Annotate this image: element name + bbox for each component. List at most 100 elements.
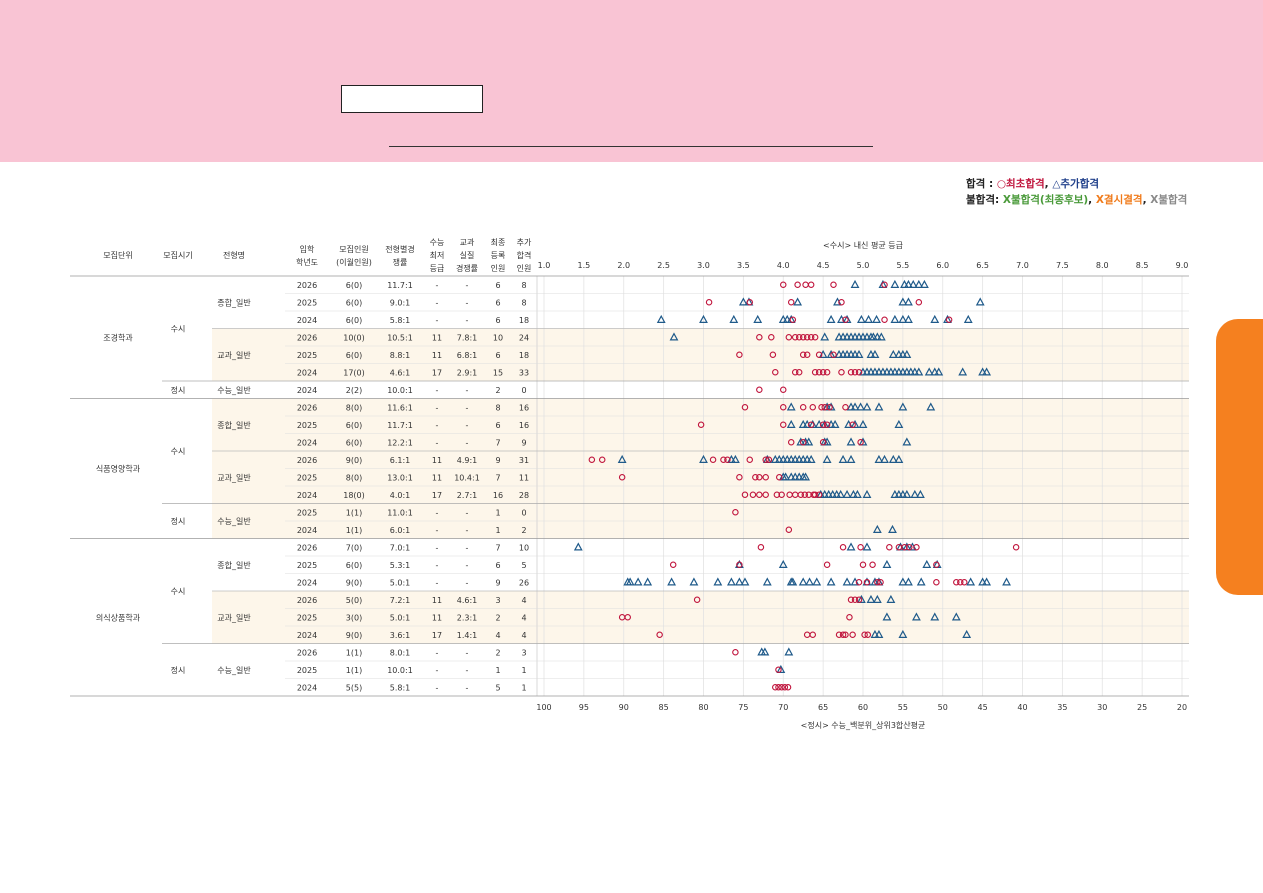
cell-extra: 24 — [519, 333, 529, 342]
initial-pass-point — [794, 281, 801, 288]
additional-pass-point — [842, 577, 852, 586]
cell-quota: 6(0) — [346, 316, 362, 325]
cell-extra: 33 — [519, 368, 529, 377]
unit-label: 조경학과 — [103, 332, 133, 342]
cell-final: 4 — [495, 631, 500, 640]
additional-pass-point — [812, 577, 822, 586]
cell-ratio: 5.0:1 — [390, 613, 411, 622]
type-label: 수능_일반 — [217, 666, 251, 675]
additional-pass-point — [784, 647, 794, 656]
cell-min-grade: - — [436, 298, 439, 307]
x-bottom-tick-label: 80 — [698, 703, 708, 712]
cell-quota: 8(0) — [346, 473, 362, 482]
cell-year: 2025 — [297, 473, 317, 482]
cell-extra: 18 — [519, 351, 529, 360]
additional-pass-point — [713, 577, 723, 586]
initial-pass-point — [756, 386, 763, 393]
initial-pass-point — [732, 648, 739, 656]
additional-pass-point — [904, 297, 913, 306]
cell-final: 3 — [495, 596, 500, 605]
period-label: 수시 — [171, 447, 186, 456]
initial-pass-point — [839, 543, 847, 551]
cell-final: 7 — [495, 473, 500, 482]
header-real: 실질 — [460, 250, 475, 260]
cell-final: 6 — [495, 421, 500, 430]
cell-min-grade: - — [436, 386, 439, 395]
cell-final: 9 — [495, 578, 500, 587]
initial-pass-point — [807, 281, 815, 288]
cell-real-ratio: - — [466, 316, 469, 325]
chart-title-bottom: <정시> 수능_백분위_상위3합산평균 — [801, 720, 926, 730]
x-bottom-tick-label: 45 — [978, 703, 988, 712]
cell-ratio: 4.0:1 — [390, 491, 411, 500]
cell-min-grade: - — [436, 438, 439, 447]
additional-pass-point — [982, 577, 992, 586]
cell-extra: 8 — [521, 298, 526, 307]
cell-extra: 11 — [519, 473, 529, 482]
cell-ratio: 7.2:1 — [390, 596, 411, 605]
additional-pass-point — [1002, 577, 1011, 586]
x-top-tick-label: 1.0 — [538, 261, 551, 270]
cell-year: 2026 — [297, 333, 317, 342]
cell-ratio: 5.8:1 — [390, 683, 411, 692]
x-bottom-tick-label: 60 — [858, 703, 868, 712]
additional-pass-point — [667, 577, 677, 586]
cell-extra: 16 — [519, 421, 529, 430]
type-label: 수능_일반 — [217, 517, 251, 526]
cell-quota: 6(0) — [346, 298, 362, 307]
cell-final: 10 — [493, 333, 503, 342]
cell-extra: 0 — [521, 386, 526, 395]
cell-year: 2024 — [297, 368, 317, 377]
unit-label: 의식상품학과 — [96, 612, 141, 622]
cell-min-grade: - — [436, 683, 439, 692]
cell-min-grade: 17 — [432, 631, 442, 640]
cell-min-grade: - — [436, 561, 439, 570]
cell-quota: 1(1) — [346, 508, 362, 517]
cell-quota: 9(0) — [346, 578, 362, 587]
cell-real-ratio: - — [466, 421, 469, 430]
cell-real-ratio: - — [466, 561, 469, 570]
additional-pass-point — [805, 577, 814, 586]
period-label: 수시 — [171, 325, 186, 334]
cell-real-ratio: - — [466, 403, 469, 412]
additional-pass-point — [930, 314, 940, 323]
cell-extra: 3 — [521, 648, 526, 657]
header-ratio: 쟁률 — [393, 257, 408, 267]
cell-ratio: 8.8:1 — [390, 351, 411, 360]
initial-pass-point — [933, 578, 940, 586]
chart-title-top: <수시> 내신 평균 등급 — [823, 240, 903, 250]
cell-extra: 0 — [521, 508, 526, 517]
cell-year: 2025 — [297, 666, 317, 675]
cell-year: 2024 — [297, 683, 317, 692]
initial-pass-point — [915, 298, 923, 306]
initial-pass-point — [881, 316, 888, 323]
x-top-tick-label: 3.5 — [737, 261, 750, 270]
cell-min-grade: - — [436, 526, 439, 535]
x-bottom-tick-label: 90 — [619, 703, 629, 712]
period-label: 정시 — [171, 665, 186, 675]
cell-extra: 5 — [521, 561, 526, 570]
cell-ratio: 5.8:1 — [390, 316, 411, 325]
x-top-tick-label: 4.5 — [817, 261, 830, 270]
additional-pass-point — [573, 542, 583, 551]
cell-real-ratio: - — [466, 666, 469, 675]
header-min: 수능 — [430, 238, 445, 247]
cell-extra: 1 — [521, 683, 526, 692]
initial-pass-point — [787, 298, 795, 306]
x-top-tick-label: 9.0 — [1176, 261, 1189, 270]
type-label: 교과_일반 — [217, 613, 251, 622]
type-label: 수능_일반 — [217, 386, 251, 395]
x-top-tick-label: 5.5 — [897, 261, 910, 270]
additional-pass-point — [922, 559, 932, 568]
cell-real-ratio: - — [466, 543, 469, 552]
x-bottom-tick-label: 35 — [1057, 703, 1067, 712]
cell-year: 2024 — [297, 526, 317, 535]
initial-pass-point — [961, 578, 968, 586]
x-top-tick-label: 6.5 — [976, 261, 989, 270]
type-label: 교과_일반 — [217, 473, 251, 482]
cell-year: 2024 — [297, 631, 317, 640]
type-label: 종합_일반 — [217, 421, 251, 430]
cell-quota: 1(1) — [346, 666, 362, 675]
cell-real-ratio: - — [466, 438, 469, 447]
additional-pass-point — [890, 314, 900, 323]
